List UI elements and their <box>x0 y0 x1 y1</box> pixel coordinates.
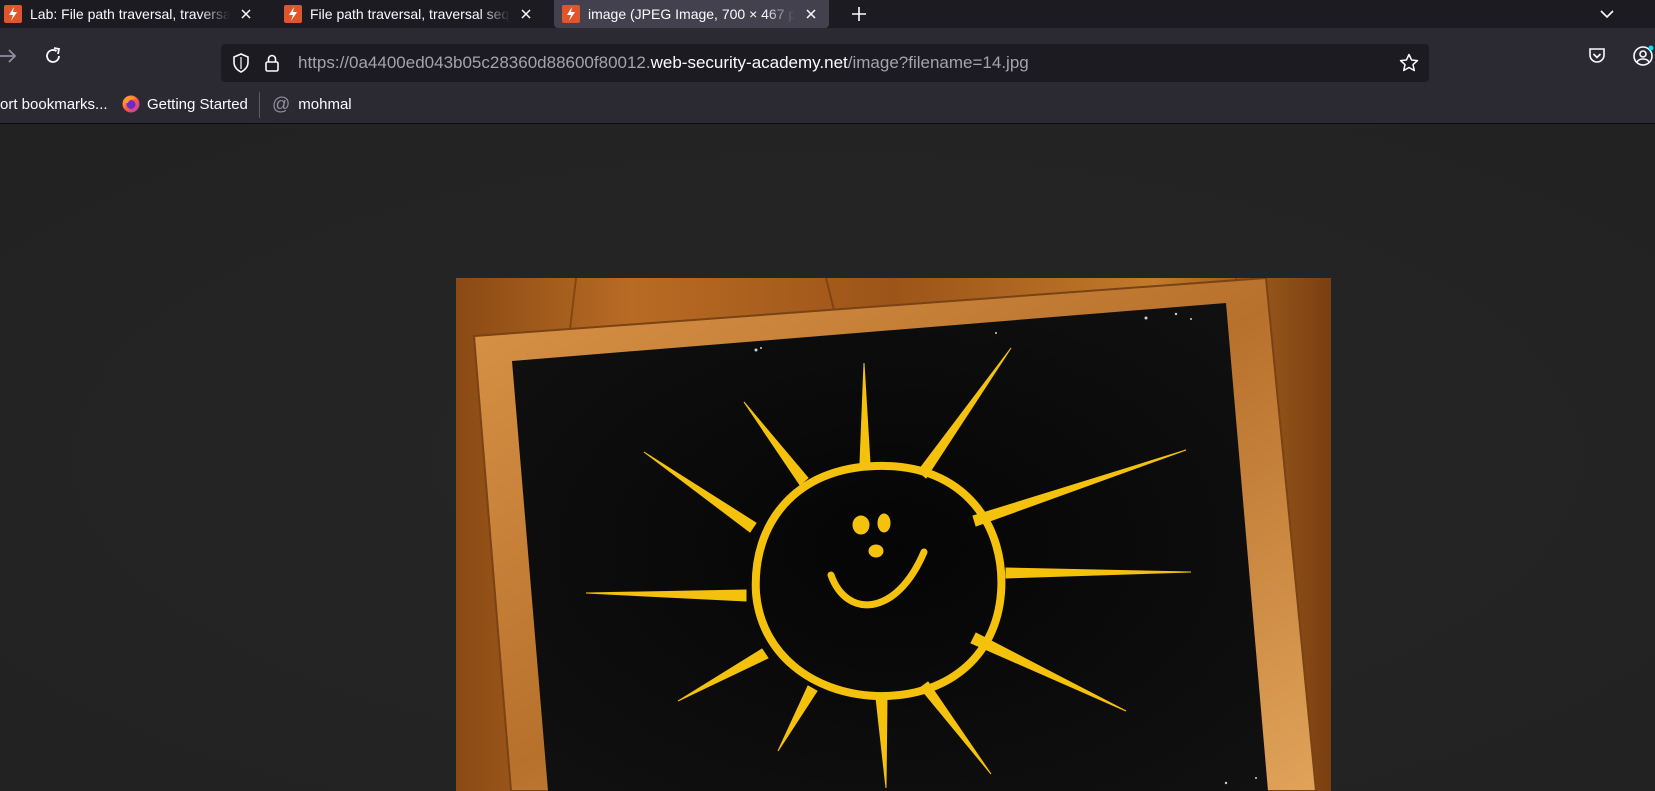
portswigger-icon <box>284 5 302 23</box>
portswigger-icon <box>4 5 22 23</box>
tab-file-path[interactable]: File path traversal, traversal sequences <box>284 0 536 28</box>
star-icon[interactable] <box>1399 53 1419 73</box>
lock-icon[interactable] <box>262 53 282 73</box>
bookmark-mohmal-label: mohmal <box>298 95 352 113</box>
shield-icon[interactable] <box>231 53 251 73</box>
chevron-down-icon[interactable] <box>1596 3 1618 25</box>
url-bar[interactable]: https://0a4400ed043b05c28360d88600f80012… <box>221 44 1429 82</box>
bookmark-separator <box>259 92 260 118</box>
tab-title: Lab: File path traversal, traversal sequ… <box>30 6 230 22</box>
url-prefix: https://0a4400ed043b05c28360d88600f80012… <box>298 53 651 72</box>
pocket-icon[interactable] <box>1583 42 1611 70</box>
chalkboard-sun-illustration <box>456 278 1331 791</box>
tab-title: image (JPEG Image, 700 × 467 pixels) <box>588 6 795 22</box>
firefox-icon <box>122 95 140 113</box>
account-icon[interactable] <box>1629 42 1655 70</box>
tab-lab[interactable]: Lab: File path traversal, traversal sequ… <box>4 0 256 28</box>
chalkboard-sun-image[interactable] <box>456 278 1331 791</box>
tab-title: File path traversal, traversal sequences <box>310 6 510 22</box>
navigation-toolbar: https://0a4400ed043b05c28360d88600f80012… <box>0 28 1655 84</box>
close-icon[interactable] <box>518 6 534 22</box>
url-domain: web-security-academy.net <box>650 53 848 72</box>
bookmark-getting-started-label: Getting Started <box>147 95 248 113</box>
close-icon[interactable] <box>238 6 254 22</box>
bookmarks-toolbar: ort bookmarks... Getting Started @ mohma… <box>0 84 1655 124</box>
url-path: /image?filename=14.jpg <box>847 53 1029 72</box>
bookmark-getting-started[interactable]: Getting Started <box>121 84 248 124</box>
back-arrow-icon[interactable] <box>0 42 22 70</box>
close-icon[interactable] <box>803 6 819 22</box>
portswigger-icon <box>562 5 580 23</box>
plus-icon[interactable] <box>848 3 870 25</box>
tab-image[interactable]: image (JPEG Image, 700 × 467 pixels) <box>554 0 829 28</box>
tab-strip: Lab: File path traversal, traversal sequ… <box>0 0 1655 28</box>
at-sign-icon: @ <box>272 93 291 114</box>
bookmark-mohmal[interactable]: @ mohmal <box>272 84 352 124</box>
image-viewer <box>0 124 1655 791</box>
bookmark-import-label: ort bookmarks... <box>0 95 108 113</box>
bookmark-import[interactable]: ort bookmarks... <box>0 84 108 124</box>
reload-icon[interactable] <box>39 42 67 70</box>
url-text[interactable]: https://0a4400ed043b05c28360d88600f80012… <box>298 44 1029 82</box>
